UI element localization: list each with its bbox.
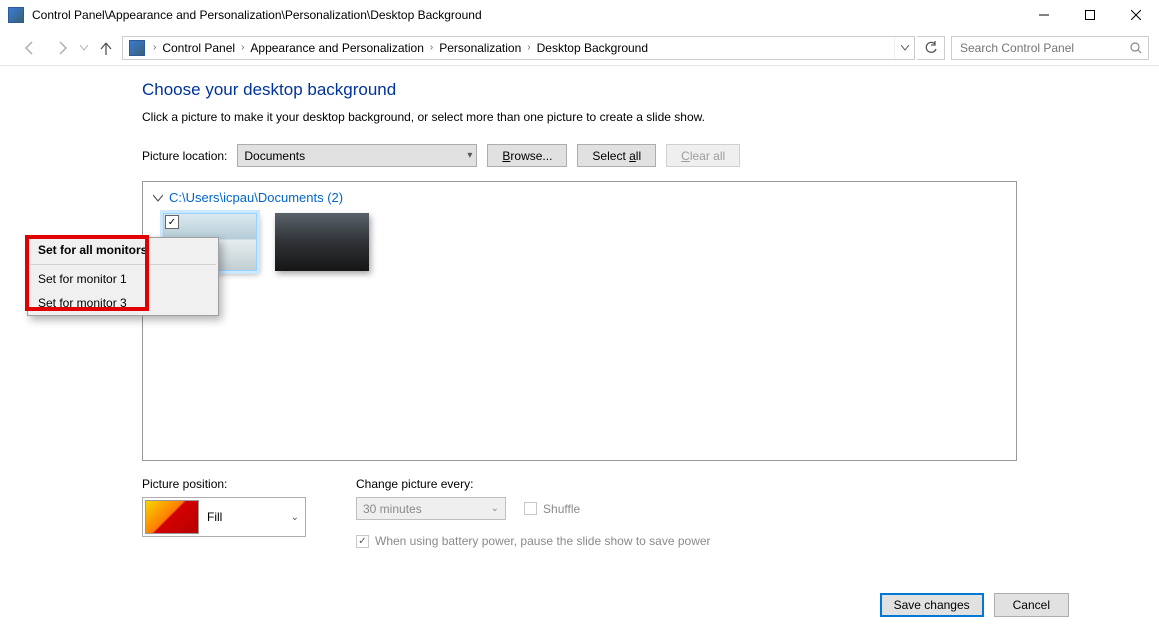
arrow-up-icon bbox=[99, 41, 113, 55]
thumbnail-item[interactable] bbox=[275, 213, 369, 271]
shuffle-checkbox bbox=[524, 502, 537, 515]
footer: Save changes Cancel bbox=[880, 593, 1069, 617]
select-all-button[interactable]: Select all bbox=[577, 144, 656, 167]
window-controls bbox=[1021, 0, 1159, 30]
cancel-button[interactable]: Cancel bbox=[994, 593, 1069, 617]
group-header-label: C:\Users\icpau\Documents (2) bbox=[169, 190, 343, 205]
thumbnail-row: ✓ bbox=[153, 213, 1006, 271]
search-box[interactable] bbox=[951, 36, 1149, 60]
context-menu-item[interactable]: Set for all monitors bbox=[28, 238, 218, 262]
change-interval-combo: 30 minutes ⌄ bbox=[356, 497, 506, 520]
chevron-down-icon bbox=[153, 193, 163, 203]
breadcrumb-item[interactable]: Personalization bbox=[437, 41, 523, 55]
location-row: Picture location: Documents ▾ Browse... … bbox=[142, 144, 1017, 167]
window: Control Panel\Appearance and Personaliza… bbox=[0, 0, 1159, 627]
search-input[interactable] bbox=[958, 40, 1130, 56]
back-button[interactable] bbox=[14, 34, 46, 62]
breadcrumb-chevron-icon: › bbox=[237, 42, 248, 53]
maximize-button[interactable] bbox=[1067, 0, 1113, 30]
arrow-right-icon bbox=[54, 40, 70, 56]
picture-location-value: Documents bbox=[244, 149, 305, 163]
breadcrumb-dropdown[interactable] bbox=[894, 37, 914, 59]
refresh-icon bbox=[924, 41, 938, 55]
minimize-icon bbox=[1039, 10, 1049, 20]
save-changes-label: Save changes bbox=[894, 598, 970, 612]
forward-button[interactable] bbox=[46, 34, 78, 62]
window-title: Control Panel\Appearance and Personaliza… bbox=[32, 8, 1021, 22]
picture-gallery: C:\Users\icpau\Documents (2) ✓ bbox=[142, 181, 1017, 461]
chevron-down-icon: ▾ bbox=[467, 150, 472, 161]
search-icon bbox=[1130, 42, 1142, 54]
control-panel-icon bbox=[129, 40, 145, 56]
chevron-down-icon: ⌄ bbox=[291, 512, 299, 523]
chevron-down-icon: ⌄ bbox=[491, 503, 499, 514]
breadcrumb[interactable]: › Control Panel › Appearance and Persona… bbox=[122, 36, 915, 60]
change-every-label: Change picture every: bbox=[356, 477, 711, 491]
browse-button[interactable]: Browse... bbox=[487, 144, 567, 167]
picture-position-label: Picture position: bbox=[142, 477, 306, 491]
context-menu-item[interactable]: Set for monitor 1 bbox=[28, 267, 218, 291]
picture-location-label: Picture location: bbox=[142, 149, 227, 163]
content-area: Choose your desktop background Click a p… bbox=[52, 66, 1107, 571]
picture-position-combo[interactable]: Fill ⌄ bbox=[142, 497, 306, 537]
titlebar: Control Panel\Appearance and Personaliza… bbox=[0, 0, 1159, 30]
recent-dropdown[interactable] bbox=[78, 45, 90, 51]
clear-all-button[interactable]: Clear all bbox=[666, 144, 740, 167]
refresh-button[interactable] bbox=[917, 36, 945, 60]
context-menu-item[interactable]: Set for monitor 3 bbox=[28, 291, 218, 315]
page-subtext: Click a picture to make it your desktop … bbox=[142, 110, 1017, 124]
breadcrumb-chevron-icon: › bbox=[523, 42, 534, 53]
group-header[interactable]: C:\Users\icpau\Documents (2) bbox=[153, 190, 1006, 205]
breadcrumb-chevron-icon: › bbox=[426, 42, 437, 53]
chevron-down-icon bbox=[901, 45, 909, 51]
shuffle-row: Shuffle bbox=[524, 502, 580, 516]
options-row: Picture position: Fill ⌄ Change picture … bbox=[142, 477, 1017, 548]
picture-position-value: Fill bbox=[207, 510, 222, 524]
app-icon bbox=[8, 7, 24, 23]
picture-location-combo[interactable]: Documents ▾ bbox=[237, 144, 477, 167]
close-icon bbox=[1131, 10, 1141, 20]
breadcrumb-chevron-icon: › bbox=[149, 42, 160, 53]
position-preview-icon bbox=[145, 500, 199, 534]
interval-column: Change picture every: 30 minutes ⌄ Shuff… bbox=[356, 477, 711, 548]
breadcrumb-item[interactable]: Appearance and Personalization bbox=[248, 41, 425, 55]
thumbnail-image bbox=[275, 213, 369, 271]
chevron-down-icon bbox=[80, 45, 88, 51]
breadcrumb-item[interactable]: Desktop Background bbox=[535, 41, 650, 55]
battery-row: ✓ When using battery power, pause the sl… bbox=[356, 534, 711, 548]
thumbnail-checkbox[interactable]: ✓ bbox=[165, 215, 179, 229]
cancel-label: Cancel bbox=[1013, 598, 1050, 612]
battery-checkbox: ✓ bbox=[356, 535, 369, 548]
context-menu: Set for all monitors Set for monitor 1 S… bbox=[27, 237, 219, 316]
navbar: › Control Panel › Appearance and Persona… bbox=[0, 30, 1159, 66]
context-menu-separator bbox=[30, 264, 216, 265]
position-column: Picture position: Fill ⌄ bbox=[142, 477, 306, 548]
breadcrumb-item[interactable]: Control Panel bbox=[160, 41, 237, 55]
up-button[interactable] bbox=[94, 34, 118, 62]
change-interval-value: 30 minutes bbox=[363, 502, 422, 516]
save-changes-button[interactable]: Save changes bbox=[880, 593, 984, 617]
page-title: Choose your desktop background bbox=[142, 80, 1017, 100]
maximize-icon bbox=[1085, 10, 1095, 20]
arrow-left-icon bbox=[22, 40, 38, 56]
minimize-button[interactable] bbox=[1021, 0, 1067, 30]
close-button[interactable] bbox=[1113, 0, 1159, 30]
